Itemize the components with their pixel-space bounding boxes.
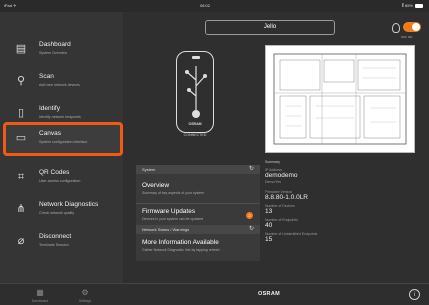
clock: 08:02 [200,3,211,8]
sidebar-item-label: Identify [39,105,60,112]
sidebar-item-label: QR Codes [39,169,70,176]
tab-dashboard[interactable]: ▦ Dashboard [20,288,60,303]
toggle-labels: OFF ON [401,35,413,39]
firmware-updates-row[interactable]: Firmware Updates Devices in your system … [142,208,203,221]
device-status: CONNECTED [183,133,207,137]
toggle-knob [412,23,420,31]
devices-value: 13 [265,208,273,215]
dashboard-tab-icon: ▦ [36,288,44,297]
sidebar-item-network-diagnostics[interactable]: ⋔ Network Diagnostics Check network qual… [0,194,123,226]
sidebar-item-label: Disconnect [39,233,72,240]
divider [136,203,260,204]
power-toggle[interactable] [403,22,421,32]
sidebar-item-label: Scan [39,73,54,80]
network-icon: ⋔ [16,203,26,215]
qr-code-icon: ⌗ [17,171,25,183]
sidebar-item-label: Dashboard [39,41,71,48]
footer-bar: OSRAM i [123,283,429,305]
ip-value: demodemo [265,172,298,179]
dashboard-icon: ▤ [15,43,27,55]
sidebar-item-scan[interactable]: ⚲ Scan Add new network devices [0,66,123,98]
battery-indicator: ⁑ 85% [402,3,423,8]
canvas-icon: ▭ [15,132,27,144]
firmware-version-value: 8.8.80-1.0.0LR [265,194,309,201]
main-content: Jello OFF ON OSRAM CONNECTED System ↻ Ov… [123,12,429,305]
ip-sub: Demo/Yes [265,180,282,184]
flashlight-icon: ▯ [17,107,25,119]
overview-row[interactable]: Overview Summary of key aspects of your … [142,182,204,195]
sidebar-item-sublabel: System Overview [39,51,67,55]
sidebar-item-sublabel: Identify network endpoints [39,115,81,119]
system-panel-header: System ↻ [136,165,260,174]
device-brand: OSRAM [188,122,202,126]
status-bar: iPad ✈ 08:02 ⁑ 85% [0,0,429,12]
sidebar-item-sublabel: Add new network devices [39,83,80,87]
info-icon[interactable]: i [409,289,420,300]
sidebar-item-dashboard[interactable]: ▤ Dashboard System Overview [0,34,123,66]
gear-icon: ⚙ [81,288,89,297]
disconnect-icon: ⌀ [17,235,25,247]
site-name-field[interactable]: Jello [205,20,335,35]
floor-plan-image[interactable] [265,45,415,153]
sidebar-item-sublabel: Check network quality [39,211,75,215]
more-information-row[interactable]: More Information Available Gather Networ… [142,239,220,252]
sidebar-item-disconnect[interactable]: ⌀ Disconnect Terminate Session [0,226,123,258]
network-panel-header: Network Status / Warnings ↻ [136,225,260,234]
sidebar-item-label: Network Diagnostics [39,201,99,208]
battery-icon [415,4,423,8]
gateway-device[interactable]: OSRAM [176,51,214,133]
firmware-count-badge: 2 [246,212,253,219]
floor-plan-drawing [273,53,407,145]
system-summary: Summary IP Address demodemo Demo/Yes Fir… [265,160,415,246]
lightbulb-icon [392,23,400,33]
search-icon: ⚲ [16,75,26,87]
unidentified-value: 15 [265,236,273,243]
sidebar-item-canvas[interactable]: ▭ Canvas System configuration interface [3,122,123,156]
sidebar-item-sublabel: User access configuration [39,179,81,183]
tab-settings[interactable]: ⚙ Settings [65,288,105,303]
osram-logo: OSRAM [258,291,280,297]
refresh-icon[interactable]: ↻ [249,165,254,174]
summary-heading: Summary [265,160,280,164]
device-label: iPad ✈ [4,3,17,8]
system-panel: System ↻ Overview Summary of key aspects… [136,165,260,261]
sidebar-item-qr-codes[interactable]: ⌗ QR Codes User access configuration [0,162,123,194]
refresh-icon[interactable]: ↻ [249,225,254,234]
sidebar-item-sublabel: Terminate Session [39,243,69,247]
sidebar-item-sublabel: System configuration interface [39,140,88,144]
sidebar-tab-bar: ▦ Dashboard ⚙ Settings [0,283,123,305]
sidebar-item-label: Canvas [39,130,62,137]
endpoints-value: 40 [265,222,273,229]
sidebar: ▤ Dashboard System Overview ⚲ Scan Add n… [0,12,123,305]
